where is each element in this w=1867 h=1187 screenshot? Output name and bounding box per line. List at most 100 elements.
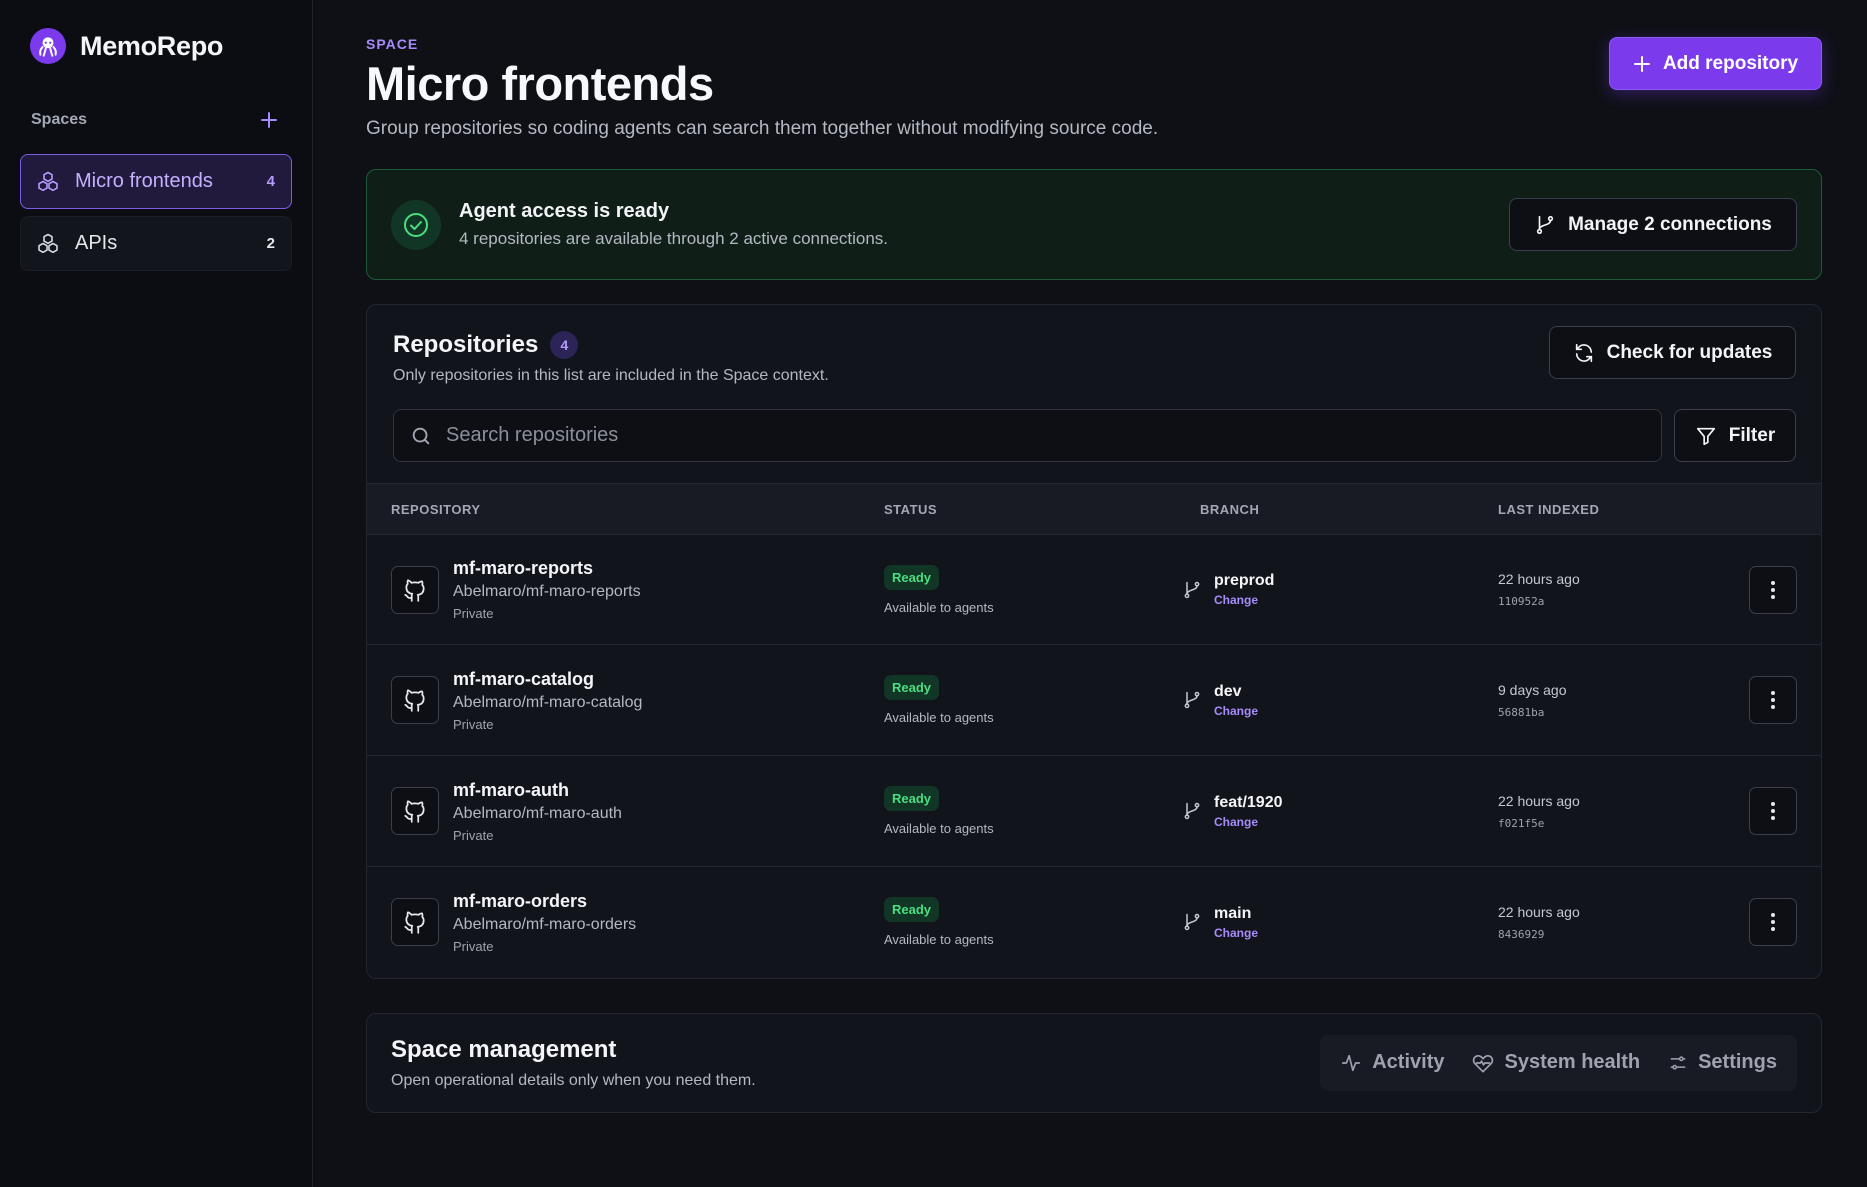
spaces-label: Spaces <box>31 111 88 128</box>
github-icon <box>391 787 439 835</box>
brand-name: MemoRepo <box>80 30 224 61</box>
repo-name[interactable]: mf-maro-reports <box>453 558 641 579</box>
search-box[interactable] <box>393 409 1662 462</box>
add-space-button[interactable] <box>256 107 282 133</box>
status-badge: Ready <box>884 786 940 811</box>
check-updates-button[interactable]: Check for updates <box>1549 326 1796 379</box>
brand[interactable]: MemoRepo <box>30 26 292 66</box>
sidebar-item-label: APIs <box>75 232 118 254</box>
commit-hash: 56881ba <box>1498 705 1545 719</box>
more-vertical-icon <box>1771 580 1775 599</box>
table-header-row: REPOSITORY STATUS BRANCH LAST INDEXED <box>367 483 1821 535</box>
octopus-icon <box>30 28 66 64</box>
git-branch-icon <box>1184 581 1200 598</box>
github-icon <box>391 676 439 724</box>
git-branch-icon <box>1184 802 1200 820</box>
status-badge: Ready <box>884 564 940 590</box>
repo-path: Abelmaro/mf-maro-auth <box>453 804 622 822</box>
repo-visibility: Private <box>453 938 494 954</box>
repo-name[interactable]: mf-maro-orders <box>453 891 636 912</box>
add-repository-label: Add repository <box>1662 52 1799 74</box>
repositories-title: Repositories <box>393 331 539 358</box>
add-repository-button[interactable]: Add repository <box>1609 37 1822 90</box>
column-status[interactable]: STATUS <box>884 484 1198 535</box>
status-subtext: Available to agents <box>884 932 994 948</box>
git-branch-icon <box>1184 691 1200 709</box>
change-branch-link[interactable]: Change <box>1214 926 1258 940</box>
more-vertical-icon <box>1771 913 1775 932</box>
branch-name: dev <box>1214 682 1242 700</box>
tab-system-health[interactable]: System health <box>1460 1043 1652 1083</box>
column-branch[interactable]: BRANCH <box>1198 484 1498 535</box>
sidebar-item-count: 2 <box>266 235 275 252</box>
repo-path: Abelmaro/mf-maro-catalog <box>453 693 643 711</box>
git-branch-icon <box>1536 215 1554 234</box>
repo-visibility: Private <box>453 827 494 843</box>
sidebar: MemoRepo Spaces Micro frontends 4 APIs 2 <box>0 0 313 1187</box>
change-branch-link[interactable]: Change <box>1214 704 1258 718</box>
agent-access-card: Agent access is ready 4 repositories are… <box>366 169 1822 280</box>
refresh-icon <box>1575 343 1592 362</box>
agent-access-text: Agent access is ready 4 repositories are… <box>459 200 1509 249</box>
spaces-header: Spaces <box>31 106 282 134</box>
cubes-icon <box>35 169 61 195</box>
repo-visibility: Private <box>453 606 494 621</box>
manage-connections-button[interactable]: Manage 2 connections <box>1509 198 1797 251</box>
tab-activity[interactable]: Activity <box>1328 1043 1456 1083</box>
filter-icon <box>1696 427 1715 445</box>
last-indexed-time: 22 hours ago <box>1498 792 1580 809</box>
github-icon <box>391 898 439 947</box>
repositories-header: Repositories 4 Only repositories in this… <box>367 305 1821 385</box>
page-subtitle: Group repositories so coding agents can … <box>366 118 1159 139</box>
space-management-tabs: Activity System health Settings <box>1320 1034 1797 1091</box>
last-indexed-time: 22 hours ago <box>1498 571 1580 587</box>
heart-pulse-icon <box>1473 1054 1494 1073</box>
sidebar-item-micro-frontends[interactable]: Micro frontends 4 <box>20 154 292 209</box>
repositories-count-badge: 4 <box>550 331 579 359</box>
change-branch-link[interactable]: Change <box>1214 815 1283 829</box>
change-branch-link[interactable]: Change <box>1214 593 1274 607</box>
space-management-title: Space management <box>391 1035 617 1063</box>
sidebar-item-count: 4 <box>266 173 275 190</box>
more-vertical-icon <box>1771 691 1775 709</box>
status-badge: Ready <box>884 675 940 700</box>
repositories-table: REPOSITORY STATUS BRANCH LAST INDEXED mf… <box>367 483 1821 978</box>
git-branch-icon <box>1184 914 1200 931</box>
table-row[interactable]: mf-maro-auth Abelmaro/mf-maro-auth Priva… <box>367 755 1821 867</box>
agent-access-title: Agent access is ready <box>459 200 670 222</box>
status-badge: Ready <box>884 897 940 923</box>
repo-path: Abelmaro/mf-maro-orders <box>453 915 637 933</box>
page-eyebrow: SPACE <box>366 36 419 52</box>
sidebar-item-apis[interactable]: APIs 2 <box>20 216 292 271</box>
row-actions-button[interactable] <box>1749 565 1797 614</box>
last-indexed-time: 22 hours ago <box>1498 903 1580 920</box>
search-row: Filter <box>367 385 1821 483</box>
commit-hash: 8436929 <box>1498 927 1545 941</box>
table-row[interactable]: mf-maro-orders Abelmaro/mf-maro-orders P… <box>367 866 1821 978</box>
last-indexed-time: 9 days ago <box>1498 681 1567 698</box>
manage-connections-label: Manage 2 connections <box>1568 213 1772 235</box>
row-actions-button[interactable] <box>1749 898 1797 947</box>
cubes-icon <box>35 231 61 257</box>
row-actions-button[interactable] <box>1749 676 1797 724</box>
tab-settings[interactable]: Settings <box>1656 1043 1789 1083</box>
column-last-indexed[interactable]: LAST INDEXED <box>1498 484 1731 535</box>
row-actions-button[interactable] <box>1749 787 1797 835</box>
tab-settings-label: Settings <box>1698 1051 1777 1073</box>
check-circle-icon <box>391 199 441 250</box>
table-row[interactable]: mf-maro-reports Abelmaro/mf-maro-reports… <box>367 534 1821 645</box>
repo-name[interactable]: mf-maro-catalog <box>453 669 642 690</box>
table-row[interactable]: mf-maro-catalog Abelmaro/mf-maro-catalog… <box>367 644 1821 756</box>
agent-access-description: 4 repositories are available through 2 a… <box>459 229 889 248</box>
repositories-card: Repositories 4 Only repositories in this… <box>366 304 1822 979</box>
repo-name[interactable]: mf-maro-auth <box>453 780 622 801</box>
search-input[interactable] <box>446 424 1645 447</box>
repo-visibility: Private <box>453 716 494 732</box>
plus-icon <box>261 112 277 128</box>
status-subtext: Available to agents <box>884 710 994 725</box>
column-repository[interactable]: REPOSITORY <box>367 484 884 535</box>
app-shell: MemoRepo Spaces Micro frontends 4 APIs 2… <box>0 0 1867 1187</box>
filter-button[interactable]: Filter <box>1674 409 1796 462</box>
plus-icon <box>1633 55 1650 72</box>
search-icon <box>412 427 430 444</box>
